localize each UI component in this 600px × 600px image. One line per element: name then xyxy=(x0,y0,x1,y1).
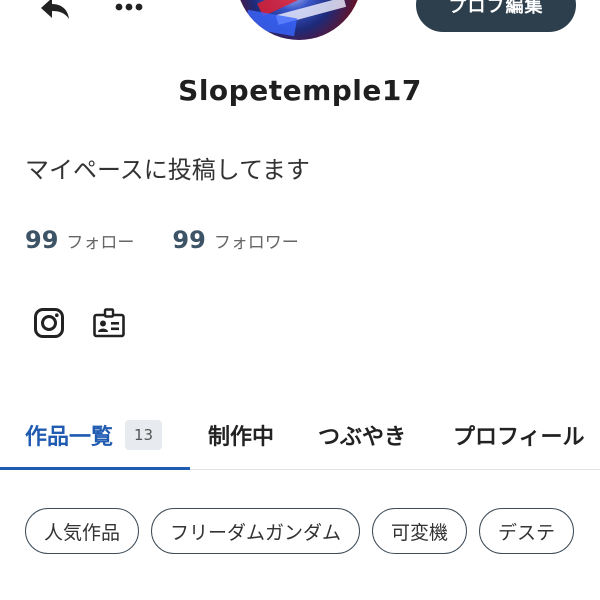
tab-tweets-label: つぶやき xyxy=(318,425,407,450)
more-options-button[interactable] xyxy=(108,0,150,22)
tag-chip-destiny[interactable]: デステ xyxy=(479,508,575,554)
followers-count: 99 xyxy=(172,226,206,254)
tab-in-progress-label: 制作中 xyxy=(208,425,275,450)
followers-stat[interactable]: 99 フォロワー xyxy=(172,226,298,254)
profile-card-link[interactable] xyxy=(92,306,126,340)
avatar[interactable] xyxy=(236,0,362,40)
works-count-badge: 13 xyxy=(125,420,163,450)
more-dots-icon xyxy=(115,3,143,11)
following-count: 99 xyxy=(25,226,59,254)
back-arrow-icon xyxy=(41,0,69,19)
social-links xyxy=(32,306,152,340)
tab-works-label: 作品一覧 xyxy=(25,425,114,450)
profile-tabs: 作品一覧 13 制作中 つぶやき プロフィール xyxy=(0,400,600,470)
profile-page: プロフ編集 Slopetemple17 マイペースに投稿してます 99 フォロー… xyxy=(0,0,600,600)
following-label: フォロー xyxy=(66,233,135,253)
tag-filter-chips: 人気作品 フリーダムガンダム 可変機 デステ xyxy=(25,508,586,554)
tag-chip-transformable[interactable]: 可変機 xyxy=(372,508,468,554)
tab-profile-label: プロフィール xyxy=(453,425,585,450)
username: Slopetemple17 xyxy=(178,74,422,107)
follow-stats: 99 フォロー 99 フォロワー xyxy=(25,226,337,254)
tag-chip-label: 人気作品 xyxy=(44,521,121,544)
tag-chip-freedom-gundam[interactable]: フリーダムガンダム xyxy=(151,508,361,554)
tag-chip-popular[interactable]: 人気作品 xyxy=(25,508,140,554)
edit-profile-button[interactable]: プロフ編集 xyxy=(416,0,576,32)
tab-profile[interactable]: プロフィール xyxy=(453,400,585,470)
followers-label: フォロワー xyxy=(213,233,299,253)
instagram-link[interactable] xyxy=(32,306,66,340)
back-button[interactable] xyxy=(34,0,76,24)
tag-chip-label: フリーダムガンダム xyxy=(170,521,342,544)
active-tab-indicator xyxy=(0,467,190,470)
bio-text: マイペースに投稿してます xyxy=(25,156,310,184)
tab-tweets[interactable]: つぶやき xyxy=(318,400,406,470)
tag-chip-label: 可変機 xyxy=(391,521,449,544)
following-stat[interactable]: 99 フォロー xyxy=(25,226,134,254)
edit-profile-label: プロフ編集 xyxy=(448,0,544,17)
tab-in-progress[interactable]: 制作中 xyxy=(208,400,274,470)
tag-chip-label: デステ xyxy=(498,521,556,544)
id-card-icon xyxy=(93,308,125,338)
tab-works[interactable]: 作品一覧 13 xyxy=(25,400,163,470)
instagram-icon xyxy=(34,308,64,338)
